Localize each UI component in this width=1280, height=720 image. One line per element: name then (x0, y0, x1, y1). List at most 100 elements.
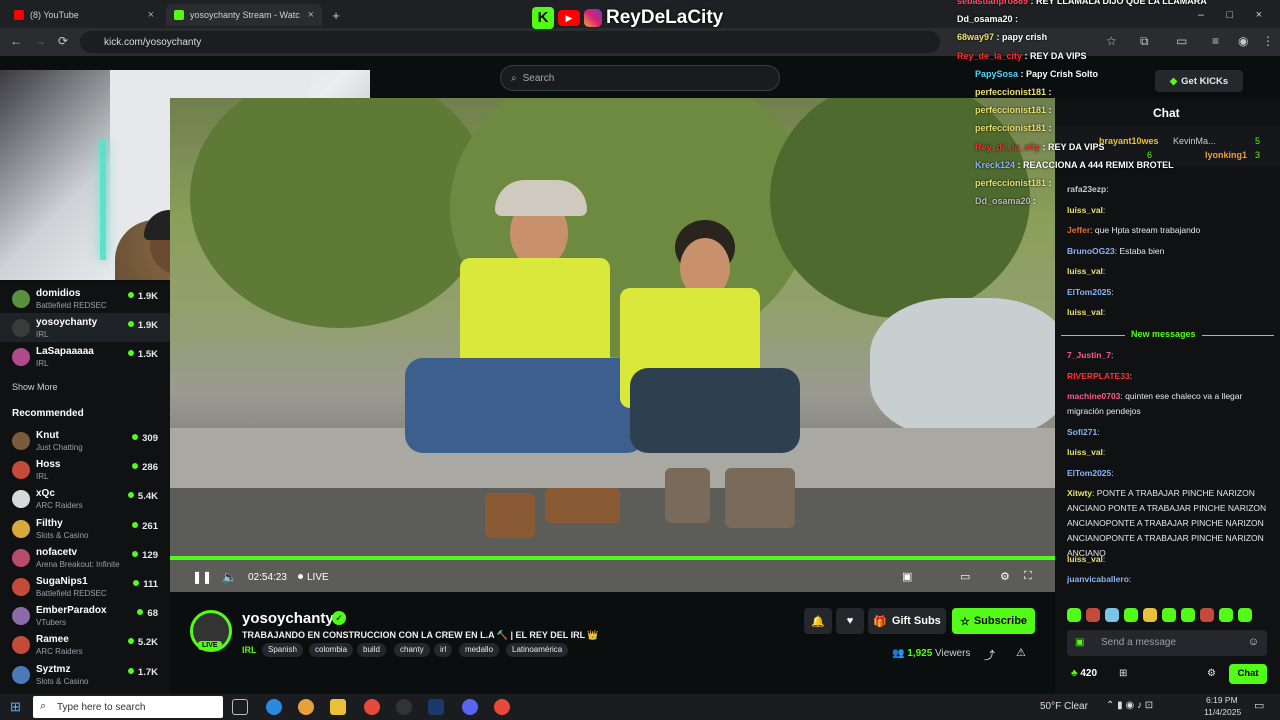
channel-category: IRL (36, 330, 49, 339)
chat-username[interactable]: Jeffer (1067, 225, 1090, 235)
report-icon[interactable]: ⚠ (1016, 646, 1026, 659)
show-more-link[interactable]: Show More (12, 382, 58, 392)
sidebar-channel[interactable]: Knut Just Chatting 309 (0, 426, 170, 455)
video-boot (665, 468, 710, 523)
sidebar-channel[interactable]: LaSapaaaaa IRL 1.5K (0, 342, 170, 371)
gift-subs-button[interactable]: 🎁 Gift Subs (868, 608, 946, 634)
send-chat-button[interactable]: Chat (1229, 664, 1267, 684)
streamer-name[interactable]: yosoychanty (242, 610, 334, 627)
viewer-count: 1.9K (127, 320, 158, 331)
chat-username[interactable]: RIVERPLATE33 (1067, 371, 1130, 381)
chat-identity-icon[interactable]: ▣ (1075, 637, 1084, 648)
sidebar-channel[interactable]: domidios Battlefield REDSEC 1.9K (0, 284, 170, 313)
share-icon[interactable]: ⤴ (984, 647, 995, 663)
close-tab-icon[interactable]: × (308, 9, 314, 21)
url-field[interactable]: kick.com/yosoychanty (80, 31, 940, 53)
sidebar-channel[interactable]: Hoss IRL 286 (0, 455, 170, 484)
discord-icon[interactable] (462, 699, 478, 715)
new-tab-button[interactable]: + (326, 4, 346, 26)
chat-username[interactable]: luiss_val (1067, 447, 1103, 457)
emote-icon[interactable] (1181, 608, 1195, 622)
stream-tag[interactable]: Latinoamérica (506, 643, 569, 657)
taskbar-time[interactable]: 6:19 PM (1206, 695, 1238, 705)
sidebar-channel[interactable]: Ramee ARC Raiders 5.2K (0, 630, 170, 659)
channel-points[interactable]: ♣ 420 (1071, 668, 1097, 679)
subscribe-button[interactable]: ☆ Subscribe (952, 608, 1035, 634)
taskbar-search[interactable]: ⌕ Type here to search (33, 696, 223, 718)
video-progress-bar[interactable] (170, 556, 1055, 560)
verified-icon: ✓ (332, 611, 346, 625)
overlay-chat-user: PapySosa (975, 68, 1019, 79)
chat-username[interactable]: machine0703 (1067, 391, 1120, 401)
chat-input[interactable]: ▣ Send a message ☺ (1067, 630, 1267, 656)
chat-username[interactable]: Sofi271 (1067, 427, 1097, 437)
stream-tag[interactable]: chanty (394, 643, 430, 657)
taskbar-date[interactable]: 11/4/2025 (1204, 707, 1241, 717)
chat-username[interactable]: Xitwty (1067, 488, 1092, 498)
chat-settings-icon[interactable]: ⚙ (1207, 668, 1216, 679)
system-tray-icons[interactable]: ⌃ ▮ ◉ ♪ ⊡ (1106, 700, 1153, 711)
search-input[interactable]: ⌕ Search (500, 65, 780, 91)
chat-username[interactable]: ElTom2025 (1067, 287, 1111, 297)
fullscreen-icon[interactable]: ⛶ (1024, 570, 1032, 583)
theater-mode-icon[interactable]: ▭ (960, 570, 970, 583)
gift-icon[interactable]: ⊞ (1119, 668, 1127, 679)
reload-icon[interactable]: ⟳ (58, 34, 68, 48)
windows-start-icon[interactable]: ⊞ (10, 699, 21, 715)
stream-category[interactable]: IRL (242, 645, 257, 655)
tab-kick[interactable]: yosoychanty Stream - Watc × (166, 4, 322, 26)
sidebar-channel[interactable]: Syztmz Slots & Casino 1.7K (0, 660, 170, 689)
stream-tag[interactable]: medallo (459, 643, 500, 657)
chat-username[interactable]: juanvicaballero (1067, 574, 1129, 584)
miniplayer-icon[interactable]: ▣ (902, 570, 912, 583)
follow-button[interactable]: ♥ (836, 608, 864, 634)
stream-tag[interactable]: Spanish (262, 643, 303, 657)
weather-widget[interactable]: 50°F Clear (1040, 701, 1088, 712)
emote-icon[interactable] (1067, 608, 1081, 622)
stream-tag[interactable]: build (357, 643, 386, 657)
chat-username[interactable]: luiss_val (1067, 266, 1103, 276)
emote-icon[interactable] (1238, 608, 1252, 622)
notifications-icon[interactable]: ▭ (1254, 699, 1264, 712)
sidebar-channel[interactable]: nofacetv Arena Breakout: Infinite 129 (0, 543, 170, 572)
chrome-icon[interactable] (364, 699, 380, 715)
chat-username[interactable]: luiss_val (1067, 307, 1103, 317)
copilot-icon[interactable] (298, 699, 314, 715)
sidebar-channel[interactable]: xQc ARC Raiders 5.4K (0, 484, 170, 513)
emote-icon[interactable] (1124, 608, 1138, 622)
emote-icon[interactable] (1200, 608, 1214, 622)
edge-icon[interactable] (266, 699, 282, 715)
chat-username[interactable]: 7_Justin_7 (1067, 350, 1111, 360)
task-view-icon[interactable] (232, 699, 248, 715)
forward-icon[interactable]: → (34, 34, 46, 48)
stream-tag[interactable]: irl (434, 643, 453, 657)
chat-username[interactable]: BrunoOG23 (1067, 246, 1115, 256)
obs-icon[interactable] (396, 699, 412, 715)
stream-tag[interactable]: colombia (309, 643, 354, 657)
video-player[interactable] (170, 98, 1055, 592)
emote-icon[interactable] (1162, 608, 1176, 622)
chat-username[interactable]: luiss_val (1067, 554, 1103, 564)
tab-youtube[interactable]: (8) YouTube × (6, 4, 162, 26)
back-icon[interactable]: ← (10, 34, 22, 48)
emote-icon[interactable] (1143, 608, 1157, 622)
close-tab-icon[interactable]: × (148, 9, 154, 21)
emote-icon[interactable] (1086, 608, 1100, 622)
volume-icon[interactable]: 🔈 (222, 570, 237, 584)
close-window-icon[interactable]: × (1256, 9, 1262, 21)
sidebar-channel-active[interactable]: yosoychanty IRL 1.9K (0, 313, 170, 342)
emoji-icon[interactable]: ☺ (1248, 636, 1259, 648)
chat-username[interactable]: ElTom2025 (1067, 468, 1111, 478)
chrome-icon[interactable] (494, 699, 510, 715)
file-explorer-icon[interactable] (330, 699, 346, 715)
settings-icon[interactable]: ⚙ (1000, 570, 1010, 583)
sidebar-channel[interactable]: EmberParadox VTubers 68 (0, 601, 170, 630)
menu-icon[interactable]: ⋮ (1262, 34, 1274, 48)
emote-icon[interactable] (1219, 608, 1233, 622)
emote-icon[interactable] (1105, 608, 1119, 622)
pause-icon[interactable]: ❚❚ (192, 570, 212, 584)
steam-icon[interactable] (428, 699, 444, 715)
notification-bell-button[interactable]: 🔔 (804, 608, 832, 634)
sidebar-channel[interactable]: Filthy Slots & Casino 261 (0, 514, 170, 543)
sidebar-channel[interactable]: SugaNips1 Battlefield REDSEC 111 (0, 572, 170, 601)
